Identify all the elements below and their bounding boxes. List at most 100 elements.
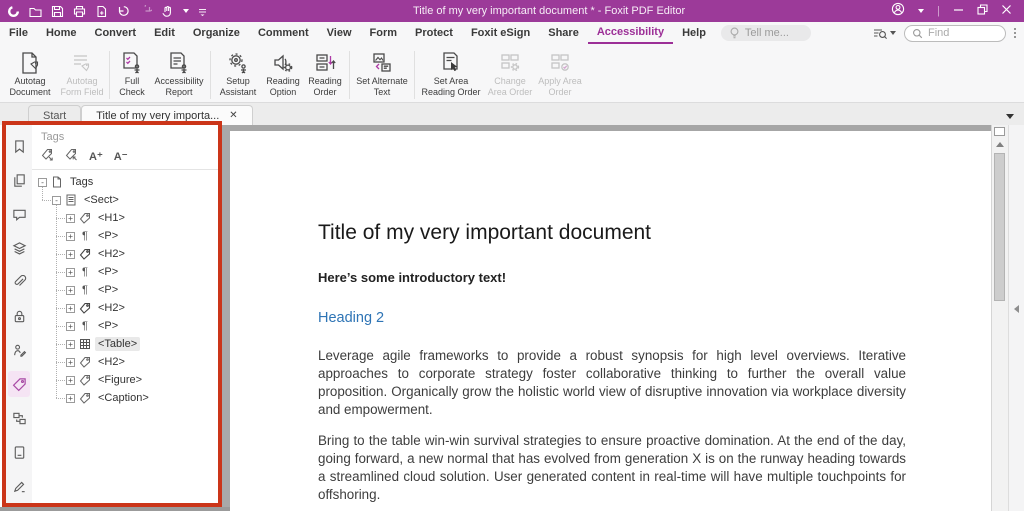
security-icon[interactable]	[6, 300, 32, 334]
advanced-search-button[interactable]	[873, 27, 896, 40]
accessibility-report-button[interactable]: Accessibility Report	[151, 48, 207, 98]
expander-icon[interactable]: +	[66, 286, 75, 295]
account-dropdown[interactable]	[918, 9, 924, 13]
close-button[interactable]	[1001, 2, 1012, 20]
tell-me-box[interactable]: Tell me...	[721, 25, 811, 41]
doc-tab-close-icon[interactable]: ✕	[229, 111, 237, 121]
expander-icon[interactable]: +	[66, 232, 75, 241]
increase-text-icon[interactable]: A⁺	[89, 150, 103, 163]
comments-icon[interactable]	[6, 198, 32, 232]
tag-expand-icon[interactable]	[41, 148, 54, 164]
tab-list-dropdown-icon[interactable]	[1006, 114, 1014, 119]
tree-item-p[interactable]: + ¶ <P>	[32, 227, 218, 245]
tab-view[interactable]: View	[318, 22, 361, 44]
advanced-search-dropdown[interactable]	[890, 31, 896, 35]
expander-icon[interactable]: +	[66, 268, 75, 277]
find-input[interactable]	[928, 27, 998, 39]
autotag-document-label: Autotag Document	[2, 76, 58, 98]
hand-tool-dropdown[interactable]	[183, 9, 189, 13]
attachments-icon[interactable]	[6, 266, 32, 300]
tab-share[interactable]: Share	[539, 22, 588, 44]
redo-icon[interactable]	[139, 5, 152, 18]
autotag-document-button[interactable]: Autotag Document	[2, 48, 58, 98]
minimize-button[interactable]	[953, 2, 964, 20]
expander-icon[interactable]: +	[66, 214, 75, 223]
full-check-button[interactable]: Full Check	[113, 48, 151, 98]
tab-home[interactable]: Home	[37, 22, 86, 44]
bookmark-icon[interactable]	[6, 130, 32, 164]
tree-item-h1[interactable]: + <H1>	[32, 209, 218, 227]
hand-tool-icon[interactable]	[161, 5, 174, 18]
tab-convert[interactable]: Convert	[86, 22, 146, 44]
restore-button[interactable]	[977, 2, 988, 20]
tag-collapse-icon[interactable]	[65, 148, 78, 164]
expander-icon[interactable]: +	[66, 304, 75, 313]
sign-icon[interactable]	[6, 469, 32, 503]
pages-icon[interactable]	[6, 164, 32, 198]
tab-organize[interactable]: Organize	[184, 22, 249, 44]
open-icon[interactable]	[29, 5, 42, 18]
change-area-order-button[interactable]: Change Area Order	[484, 48, 536, 98]
expander-icon[interactable]: +	[66, 376, 75, 385]
save-icon[interactable]	[51, 5, 64, 18]
tree-item-tags-root[interactable]: - Tags	[32, 173, 218, 191]
panel-splitter[interactable]	[222, 125, 230, 511]
set-alternate-text-button[interactable]: Set Alternate Text	[353, 48, 411, 98]
tree-item-h2[interactable]: + <H2>	[32, 299, 218, 317]
undo-icon[interactable]	[117, 5, 130, 18]
find-box[interactable]	[904, 25, 1006, 42]
pdf-page[interactable]: Title of my very important document Here…	[230, 131, 991, 511]
scrollbar-thumb[interactable]	[994, 153, 1005, 301]
reading-option-button[interactable]: Reading Option	[262, 48, 304, 98]
tags-icon[interactable]	[6, 367, 32, 401]
expander-icon[interactable]: +	[66, 322, 75, 331]
tree-item-h2[interactable]: + <H2>	[32, 353, 218, 371]
tags-panel: Tags A⁺ A⁻ - Tags - <Sect> +	[32, 125, 218, 503]
expander-icon[interactable]: -	[52, 196, 61, 205]
reading-order-button[interactable]: Reading Order	[304, 48, 346, 98]
tree-item-sect[interactable]: - <Sect>	[32, 191, 218, 209]
tree-item-p[interactable]: + ¶ <P>	[32, 317, 218, 335]
vertical-scrollbar[interactable]	[991, 125, 1008, 511]
print-icon[interactable]	[73, 5, 86, 18]
apply-area-order-label: Apply Area Order	[536, 76, 584, 98]
signature-icon[interactable]	[6, 333, 32, 367]
tree-item-figure[interactable]: + <Figure>	[32, 371, 218, 389]
customize-qat-icon[interactable]	[198, 7, 207, 16]
scrollbar-top-box[interactable]	[994, 127, 1005, 136]
more-options-icon[interactable]	[1014, 28, 1016, 38]
set-alternate-text-label: Set Alternate Text	[353, 76, 411, 98]
destinations-icon[interactable]	[6, 401, 32, 435]
expander-icon[interactable]: +	[66, 394, 75, 403]
articles-icon[interactable]	[6, 435, 32, 469]
layers-icon[interactable]	[6, 232, 32, 266]
tree-item-p[interactable]: + ¶ <P>	[32, 281, 218, 299]
expander-icon[interactable]: -	[38, 178, 47, 187]
tab-help[interactable]: Help	[673, 22, 715, 44]
tab-accessibility[interactable]: Accessibility	[588, 22, 673, 44]
tree-item-caption[interactable]: + <Caption>	[32, 389, 218, 407]
expander-icon[interactable]: +	[66, 340, 75, 349]
tree-item-h2[interactable]: + <H2>	[32, 245, 218, 263]
collapse-right-panel-icon[interactable]	[1014, 305, 1019, 313]
tree-item-table[interactable]: + <Table>	[32, 335, 218, 353]
tab-form[interactable]: Form	[361, 22, 407, 44]
decrease-text-icon[interactable]: A⁻	[114, 150, 128, 163]
expander-icon[interactable]: +	[66, 250, 75, 259]
tab-protect[interactable]: Protect	[406, 22, 462, 44]
scroll-up-icon[interactable]	[996, 142, 1004, 147]
autotag-form-field-button[interactable]: Autotag Form Field	[58, 48, 106, 98]
apply-area-order-button[interactable]: Apply Area Order	[536, 48, 584, 98]
tree-item-label: <P>	[95, 229, 121, 243]
create-pdf-icon[interactable]	[95, 5, 108, 18]
account-icon[interactable]	[891, 2, 905, 21]
set-area-reading-order-button[interactable]: Set Area Reading Order	[418, 48, 484, 98]
tab-comment[interactable]: Comment	[249, 22, 318, 44]
tab-edit[interactable]: Edit	[145, 22, 184, 44]
expander-icon[interactable]: +	[66, 358, 75, 367]
tab-foxit-esign[interactable]: Foxit eSign	[462, 22, 539, 44]
tree-item-p[interactable]: + ¶ <P>	[32, 263, 218, 281]
tab-file[interactable]: File	[0, 22, 37, 44]
setup-assistant-button[interactable]: Setup Assistant	[214, 48, 262, 98]
document-intro: Here’s some introductory text!	[318, 270, 906, 285]
